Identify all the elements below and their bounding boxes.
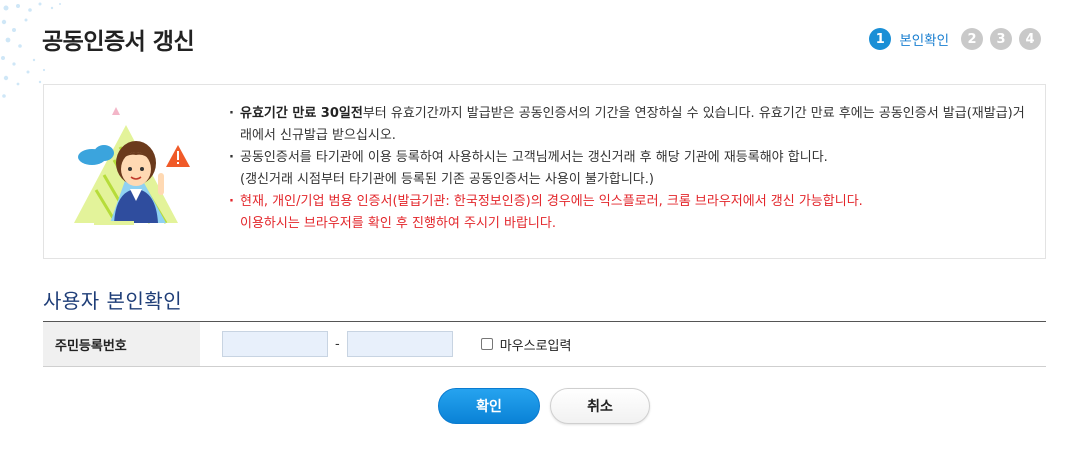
step-1-badge: 1: [869, 28, 892, 50]
notice-item-browser-line1: 현재, 개인/기업 범용 인증서(발급기관: 한국정보인증)의 경우에는 익스플…: [240, 194, 863, 209]
step-4-badge: 4: [1019, 28, 1041, 50]
notice-box: 유효기간 만료 30일전부터 유효기간까지 발급받은 공동인증서의 기간을 연장…: [43, 84, 1046, 259]
notice-item-browser-line2: 이용하시는 브라우저를 확인 후 진행하여 주시기 바랍니다.: [240, 216, 556, 231]
notice-item-validity-bold: 유효기간 만료 30일전: [240, 106, 363, 121]
mouse-input-checkbox[interactable]: 마우스로입력: [480, 335, 572, 354]
notice-item-browser-warning: 현재, 개인/기업 범용 인증서(발급기관: 한국정보인증)의 경우에는 익스플…: [229, 191, 1029, 235]
notice-item-reregister-line1: 공동인증서를 타기관에 이용 등록하여 사용하시는 고객님께서는 갱신거래 후 …: [240, 150, 828, 165]
rrn-field-cell: - 마우스로입력: [200, 322, 1046, 366]
cancel-button[interactable]: 취소: [550, 388, 650, 424]
rrn-label: 주민등록번호: [43, 322, 200, 366]
notice-item-validity: 유효기간 만료 30일전부터 유효기간까지 발급받은 공동인증서의 기간을 연장…: [229, 103, 1029, 147]
identity-form-row: 주민등록번호 - 마우스로입력: [43, 321, 1046, 367]
step-indicator: 1 본인확인 2 3 4: [869, 28, 1041, 50]
section-title: 사용자 본인확인: [43, 289, 183, 313]
confirm-button[interactable]: 확인: [438, 388, 540, 424]
notice-item-reregister: 공동인증서를 타기관에 이용 등록하여 사용하시는 고객님께서는 갱신거래 후 …: [229, 147, 1029, 191]
step-3-badge: 3: [990, 28, 1012, 50]
notice-item-reregister-line2: (갱신거래 시점부터 타기관에 등록된 기존 공동인증서는 사용이 불가합니다.…: [240, 172, 654, 187]
notice-list: 유효기간 만료 30일전부터 유효기간까지 발급받은 공동인증서의 기간을 연장…: [229, 103, 1029, 235]
rrn-separator: -: [335, 336, 340, 352]
step-2-badge: 2: [961, 28, 983, 50]
rrn-back-input[interactable]: [346, 331, 453, 357]
rrn-front-input[interactable]: [222, 331, 328, 357]
mouse-input-label: 마우스로입력: [499, 338, 572, 354]
consultant-warning-illustration: [74, 107, 190, 225]
step-1-label: 본인확인: [899, 33, 949, 49]
page-title: 공동인증서 갱신: [42, 29, 195, 55]
checkbox-box[interactable]: [480, 338, 493, 350]
